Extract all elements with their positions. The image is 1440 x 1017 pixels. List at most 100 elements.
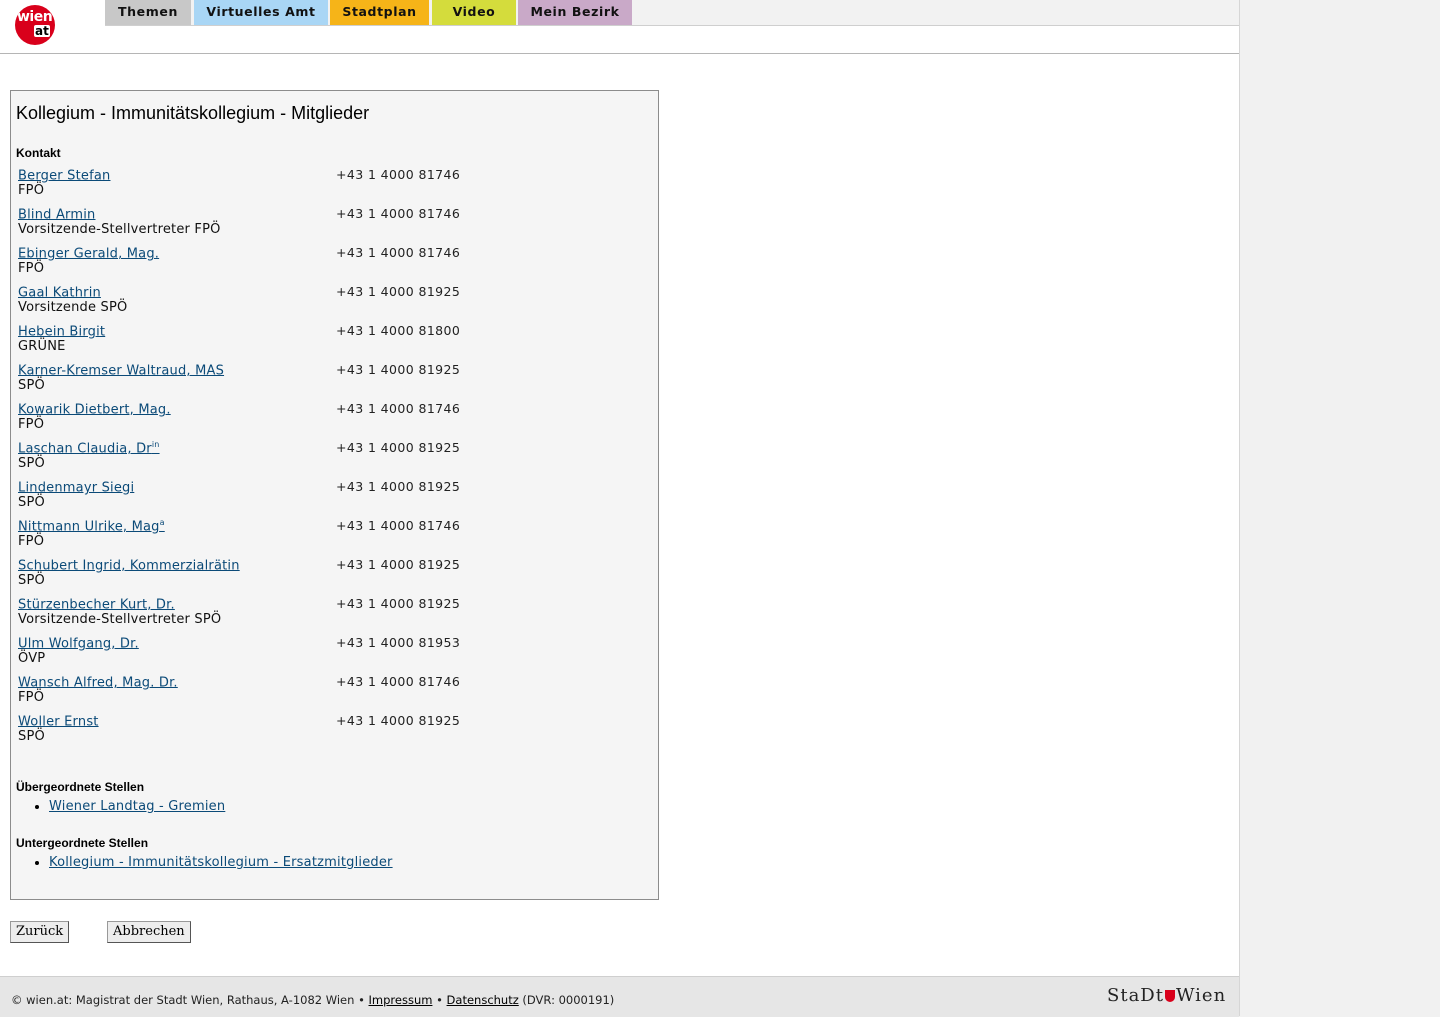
impressum-link[interactable]: Impressum bbox=[369, 993, 433, 1007]
members-list: Berger Stefan FPÖ +43 1 4000 81746 Blind Ar… bbox=[18, 167, 618, 752]
member-row: Karner-Kremser Waltraud, MAS SPÖ +43 1 400… bbox=[18, 362, 618, 401]
member-role: Vorsitzende-Stellvertreter SPÖ bbox=[18, 612, 222, 627]
member-name: Karner-Kremser Waltraud, MAS bbox=[18, 363, 225, 379]
member-name: Kowarik Dietbert, Mag. bbox=[18, 402, 171, 418]
member-name-link[interactable]: Kowarik Dietbert, Mag. bbox=[18, 401, 171, 417]
member-name: Lindenmayr Siegi bbox=[18, 480, 135, 496]
member-name: Ulm Wolfgang, Dr. bbox=[18, 636, 139, 652]
child-unit-link[interactable]: Kollegium - Immunitätskollegium - Ersatz… bbox=[49, 855, 393, 870]
member-role: FPÖ bbox=[18, 417, 45, 432]
member-name: Blind Armin bbox=[18, 207, 96, 223]
member-role: SPÖ bbox=[18, 495, 45, 510]
member-role: GRÜNE bbox=[18, 339, 66, 354]
parent-unit-link[interactable]: Wiener Landtag - Gremien bbox=[49, 799, 225, 814]
member-name: Hebein Birgit bbox=[18, 324, 106, 340]
child-units-list: Kollegium - Immunitätskollegium - Ersatz… bbox=[33, 855, 393, 870]
datenschutz-link[interactable]: Datenschutz bbox=[447, 993, 519, 1007]
member-row: Woller Ernst SPÖ +43 1 4000 81925 bbox=[18, 713, 618, 752]
list-item: Kollegium - Immunitätskollegium - Ersatz… bbox=[49, 855, 393, 870]
member-row: Blind Armin Vorsitzende-Stellvertreter FP… bbox=[18, 206, 618, 245]
member-name: Woller Ernst bbox=[18, 714, 99, 730]
member-name-link[interactable]: Hebein Birgit bbox=[18, 323, 105, 339]
member-name-link[interactable]: Blind Armin bbox=[18, 206, 96, 222]
back-button[interactable]: Zurück bbox=[10, 921, 70, 943]
member-name: Wansch Alfred, Mag. Dr. bbox=[18, 675, 178, 691]
wien-shield-icon bbox=[1164, 990, 1175, 1002]
wien-at-logo[interactable]: wien at bbox=[15, 5, 55, 45]
logo-text-stadt: StaDt bbox=[1107, 985, 1164, 1006]
member-name-link[interactable]: Berger Stefan bbox=[18, 167, 111, 183]
member-role: FPÖ bbox=[18, 183, 45, 198]
cancel-button[interactable]: Abbrechen bbox=[107, 921, 191, 943]
member-row: Schubert Ingrid, Kommerzialrätin SPÖ +43 1… bbox=[18, 557, 618, 596]
member-phone: +43 1 4000 81746 bbox=[336, 401, 461, 416]
member-role: SPÖ bbox=[18, 456, 45, 471]
member-phone: +43 1 4000 81746 bbox=[336, 167, 461, 182]
members-box: Kollegium - Immunitätskollegium - Mitgli… bbox=[10, 90, 659, 900]
member-row: Lindenmayr Siegi SPÖ +43 1 4000 81925 bbox=[18, 479, 618, 518]
footer-text: © wien.at: Magistrat der Stadt Wien, Rat… bbox=[11, 993, 614, 1007]
member-name-link[interactable]: Karner-Kremser Waltraud, MAS bbox=[18, 362, 224, 378]
member-role: SPÖ bbox=[18, 729, 45, 744]
nav-tab-stadtplan[interactable]: Stadtplan bbox=[330, 0, 429, 25]
logo-text-at: at bbox=[34, 24, 50, 38]
member-name-suffix: a bbox=[159, 518, 165, 527]
member-name: Stürzenbecher Kurt, Dr. bbox=[18, 597, 175, 613]
member-name: Berger Stefan bbox=[18, 168, 111, 184]
main-nav: Themen Virtuelles Amt Stadtplan Video Me… bbox=[105, 0, 1239, 26]
child-units-heading: Untergeordnete Stellen bbox=[16, 836, 149, 850]
member-name-suffix: in bbox=[151, 440, 160, 449]
member-name: Nittmann Ulrike, Mag bbox=[18, 519, 160, 535]
stadt-wien-logo[interactable]: StaDt Wien bbox=[1107, 985, 1226, 1006]
logo-text-wien: wien bbox=[17, 9, 53, 25]
member-phone: +43 1 4000 81925 bbox=[336, 479, 461, 494]
member-role: SPÖ bbox=[18, 378, 45, 393]
header: wien at Themen Virtuelles Amt Stadtplan … bbox=[0, 0, 1239, 54]
member-row: Gaal Kathrin Vorsitzende SPÖ +43 1 4000 81… bbox=[18, 284, 618, 323]
nav-tab-mein-bezirk[interactable]: Mein Bezirk bbox=[518, 0, 632, 25]
member-name-link[interactable]: Gaal Kathrin bbox=[18, 284, 101, 300]
member-name: Gaal Kathrin bbox=[18, 285, 101, 301]
member-name-link[interactable]: Wansch Alfred, Mag. Dr. bbox=[18, 674, 178, 690]
member-row: Kowarik Dietbert, Mag. FPÖ +43 1 4000 8174… bbox=[18, 401, 618, 440]
member-phone: +43 1 4000 81800 bbox=[336, 323, 461, 338]
member-name-link[interactable]: Ulm Wolfgang, Dr. bbox=[18, 635, 139, 651]
member-name-link[interactable]: Woller Ernst bbox=[18, 713, 99, 729]
member-role: FPÖ bbox=[18, 261, 45, 276]
nav-tab-virtuelles-amt[interactable]: Virtuelles Amt bbox=[194, 0, 328, 25]
member-phone: +43 1 4000 81746 bbox=[336, 674, 461, 689]
logo-text-wien: Wien bbox=[1175, 985, 1227, 1006]
parent-units-heading: Übergeordnete Stellen bbox=[16, 780, 145, 794]
member-phone: +43 1 4000 81925 bbox=[336, 440, 461, 455]
member-name-link[interactable]: Ebinger Gerald, Mag. bbox=[18, 245, 159, 261]
member-name-link[interactable]: Schubert Ingrid, Kommerzialrätin bbox=[18, 557, 240, 573]
member-name: Schubert Ingrid, Kommerzialrätin bbox=[18, 558, 240, 574]
member-phone: +43 1 4000 81746 bbox=[336, 518, 461, 533]
list-item: Wiener Landtag - Gremien bbox=[49, 799, 225, 814]
member-name-link[interactable]: Lindenmayr Siegi bbox=[18, 479, 134, 495]
contact-heading: Kontakt bbox=[16, 146, 61, 160]
member-role: Vorsitzende SPÖ bbox=[18, 300, 128, 315]
member-phone: +43 1 4000 81746 bbox=[336, 206, 461, 221]
footer: © wien.at: Magistrat der Stadt Wien, Rat… bbox=[0, 976, 1239, 1017]
nav-tab-video[interactable]: Video bbox=[432, 0, 516, 25]
member-row: Berger Stefan FPÖ +43 1 4000 81746 bbox=[18, 167, 618, 206]
member-phone: +43 1 4000 81925 bbox=[336, 557, 461, 572]
member-name-link[interactable]: Laschan Claudia, Drin bbox=[18, 440, 160, 456]
member-role: FPÖ bbox=[18, 534, 45, 549]
member-name-link[interactable]: Nittmann Ulrike, Maga bbox=[18, 518, 165, 534]
member-row: Laschan Claudia, Drin SPÖ +43 1 4000 81925 bbox=[18, 440, 618, 479]
member-row: Nittmann Ulrike, Maga FPÖ +43 1 4000 81746 bbox=[18, 518, 618, 557]
member-name-link[interactable]: Stürzenbecher Kurt, Dr. bbox=[18, 596, 175, 612]
member-row: Ebinger Gerald, Mag. FPÖ +43 1 4000 81746 bbox=[18, 245, 618, 284]
member-role: ÖVP bbox=[18, 651, 46, 666]
footer-copyright: © wien.at: Magistrat der Stadt Wien, Rat… bbox=[11, 993, 365, 1007]
member-row: Wansch Alfred, Mag. Dr. FPÖ +43 1 4000 817… bbox=[18, 674, 618, 713]
member-phone: +43 1 4000 81953 bbox=[336, 635, 461, 650]
page: wien at Themen Virtuelles Amt Stadtplan … bbox=[0, 0, 1240, 1017]
member-role: FPÖ bbox=[18, 690, 45, 705]
footer-separator: • bbox=[436, 993, 443, 1007]
member-phone: +43 1 4000 81925 bbox=[336, 596, 461, 611]
nav-tab-themen[interactable]: Themen bbox=[105, 0, 191, 25]
member-role: Vorsitzende-Stellvertreter FPÖ bbox=[18, 222, 221, 237]
